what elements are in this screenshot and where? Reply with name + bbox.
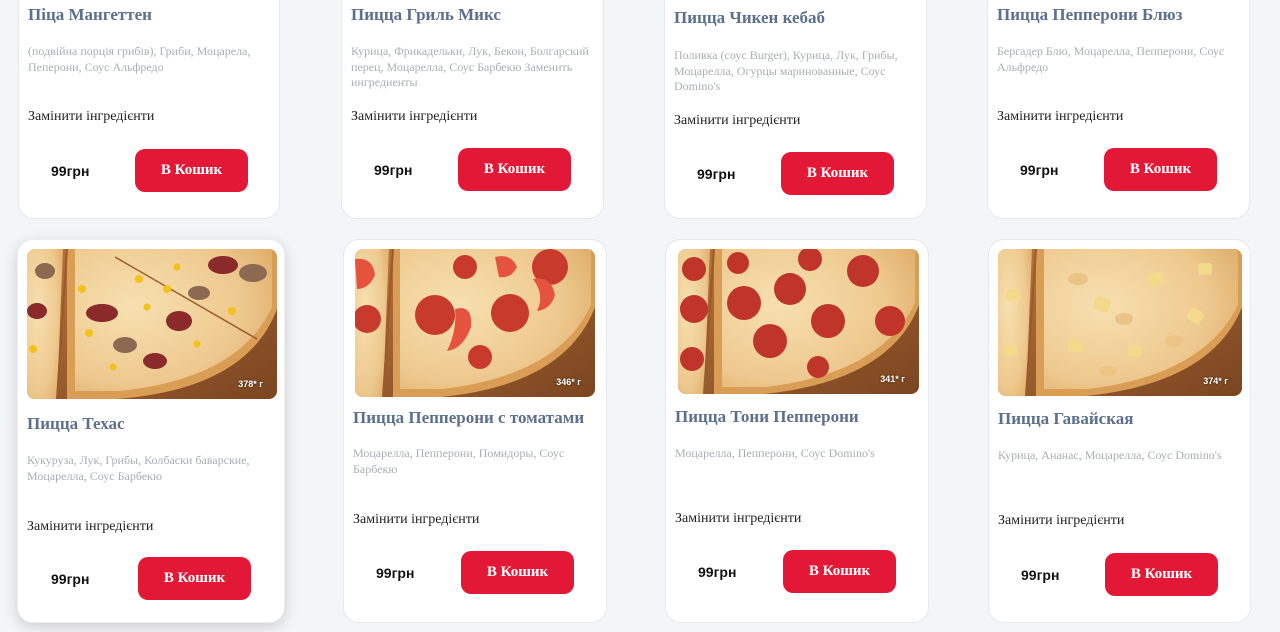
pizza-weight: 341* г [880,374,905,384]
add-to-cart-button[interactable]: В Кошик [461,551,574,594]
pizza-description: Курица, Ананас, Моцарелла, Соус Domino's [998,448,1222,462]
pizza-price: 99грн [374,162,413,178]
pizza-title: Пицца Пепперони с томатами [353,408,585,427]
pizza-description: Моцарелла, Пепперони, Помидоры, Соус Бар… [353,446,565,476]
replace-ingredients-link[interactable]: Замінити інгредієнти [28,109,154,125]
replace-ingredients-link[interactable]: Замінити інгредієнти [353,512,479,528]
pizza-description: Бергадер Блю, Моцарелла, Пепперони, Соус… [997,44,1225,74]
pizza-price: 99грн [1021,567,1060,583]
pizza-image[interactable]: 378* г [27,249,277,399]
add-to-cart-button[interactable]: В Кошик [783,550,896,593]
pizza-price: 99грн [376,565,415,581]
add-to-cart-button[interactable]: В Кошик [138,557,251,600]
pizza-card-pepperoni-tomatoes[interactable]: 346* г Пицца Пепперони с томатами Моцаре… [343,239,607,623]
pizza-title: Пицца Чикен кебаб [674,8,826,27]
pizza-title: Пицца Техас [27,414,125,433]
pizza-price: 99грн [698,564,737,580]
replace-ingredients-link[interactable]: Замінити інгредієнти [27,519,153,535]
pizza-card-texas[interactable]: 378* г Пицца Техас Кукуруза, Лук, Грибы,… [17,239,285,623]
add-to-cart-button[interactable]: В Кошик [458,148,571,191]
pizza-description: (подвійна порція грибів), Гриби, Моцарел… [28,44,251,74]
pizza-price: 99грн [697,166,736,182]
replace-ingredients-link[interactable]: Замінити інгредієнти [674,113,800,129]
pizza-weight: 374* г [1203,376,1228,386]
pizza-card-hawaiian[interactable]: 374* г Пицца Гавайская Курица, Ананас, М… [988,239,1251,623]
replace-ingredients-link[interactable]: Замінити інгредієнти [675,511,801,527]
pizza-card-tony-pepperoni[interactable]: 341* г Пицца Тони Пепперони Моцарелла, П… [665,239,929,623]
add-to-cart-button[interactable]: В Кошик [1104,148,1217,191]
add-to-cart-button[interactable]: В Кошик [781,152,894,195]
pizza-description: Кукуруза, Лук, Грибы, Колбаски баварские… [27,453,250,483]
replace-ingredients-link[interactable]: Замінити інгредієнти [997,109,1123,125]
replace-ingredients-link[interactable]: Замінити інгредієнти [351,109,477,125]
pizza-card-grill-mix: Пицца Гриль Микс Курица, Фрикадельки, Лу… [341,0,604,219]
pizza-price: 99грн [51,571,90,587]
pizza-grid: Піца Мангеттен (подвійна порція грибів),… [0,0,1280,632]
pizza-image[interactable]: 374* г [998,249,1242,396]
replace-ingredients-link[interactable]: Замінити інгредієнти [998,513,1124,529]
pizza-card-manhattan: Піца Мангеттен (подвійна порція грибів),… [18,0,280,219]
pizza-price: 99грн [51,163,90,179]
pizza-description: Поливка (соус Burger), Курица, Лук, Гриб… [674,48,898,93]
pizza-image[interactable]: 341* г [678,249,919,394]
pizza-price: 99грн [1020,162,1059,178]
pizza-title: Пицца Пепперони Блюз [997,5,1183,24]
pizza-title: Пицца Гриль Микс [351,5,501,24]
pizza-title: Пицца Тони Пепперони [675,407,859,426]
add-to-cart-button[interactable]: В Кошик [135,149,248,192]
pizza-title: Пицца Гавайская [998,409,1134,428]
pizza-card-pepperoni-blues: Пицца Пепперони Блюз Бергадер Блю, Моцар… [987,0,1250,219]
pizza-weight: 346* г [556,377,581,387]
pizza-description: Курица, Фрикадельки, Лук, Бекон, Болгарс… [351,44,589,89]
pizza-description: Моцарелла, Пепперони, Соус Domino's [675,446,875,460]
pizza-card-chicken-kebab: Пицца Чикен кебаб Поливка (соус Burger),… [664,0,927,219]
pizza-title: Піца Мангеттен [28,5,152,24]
add-to-cart-button[interactable]: В Кошик [1105,553,1218,596]
pizza-weight: 378* г [238,379,263,389]
pizza-image[interactable]: 346* г [355,249,595,397]
